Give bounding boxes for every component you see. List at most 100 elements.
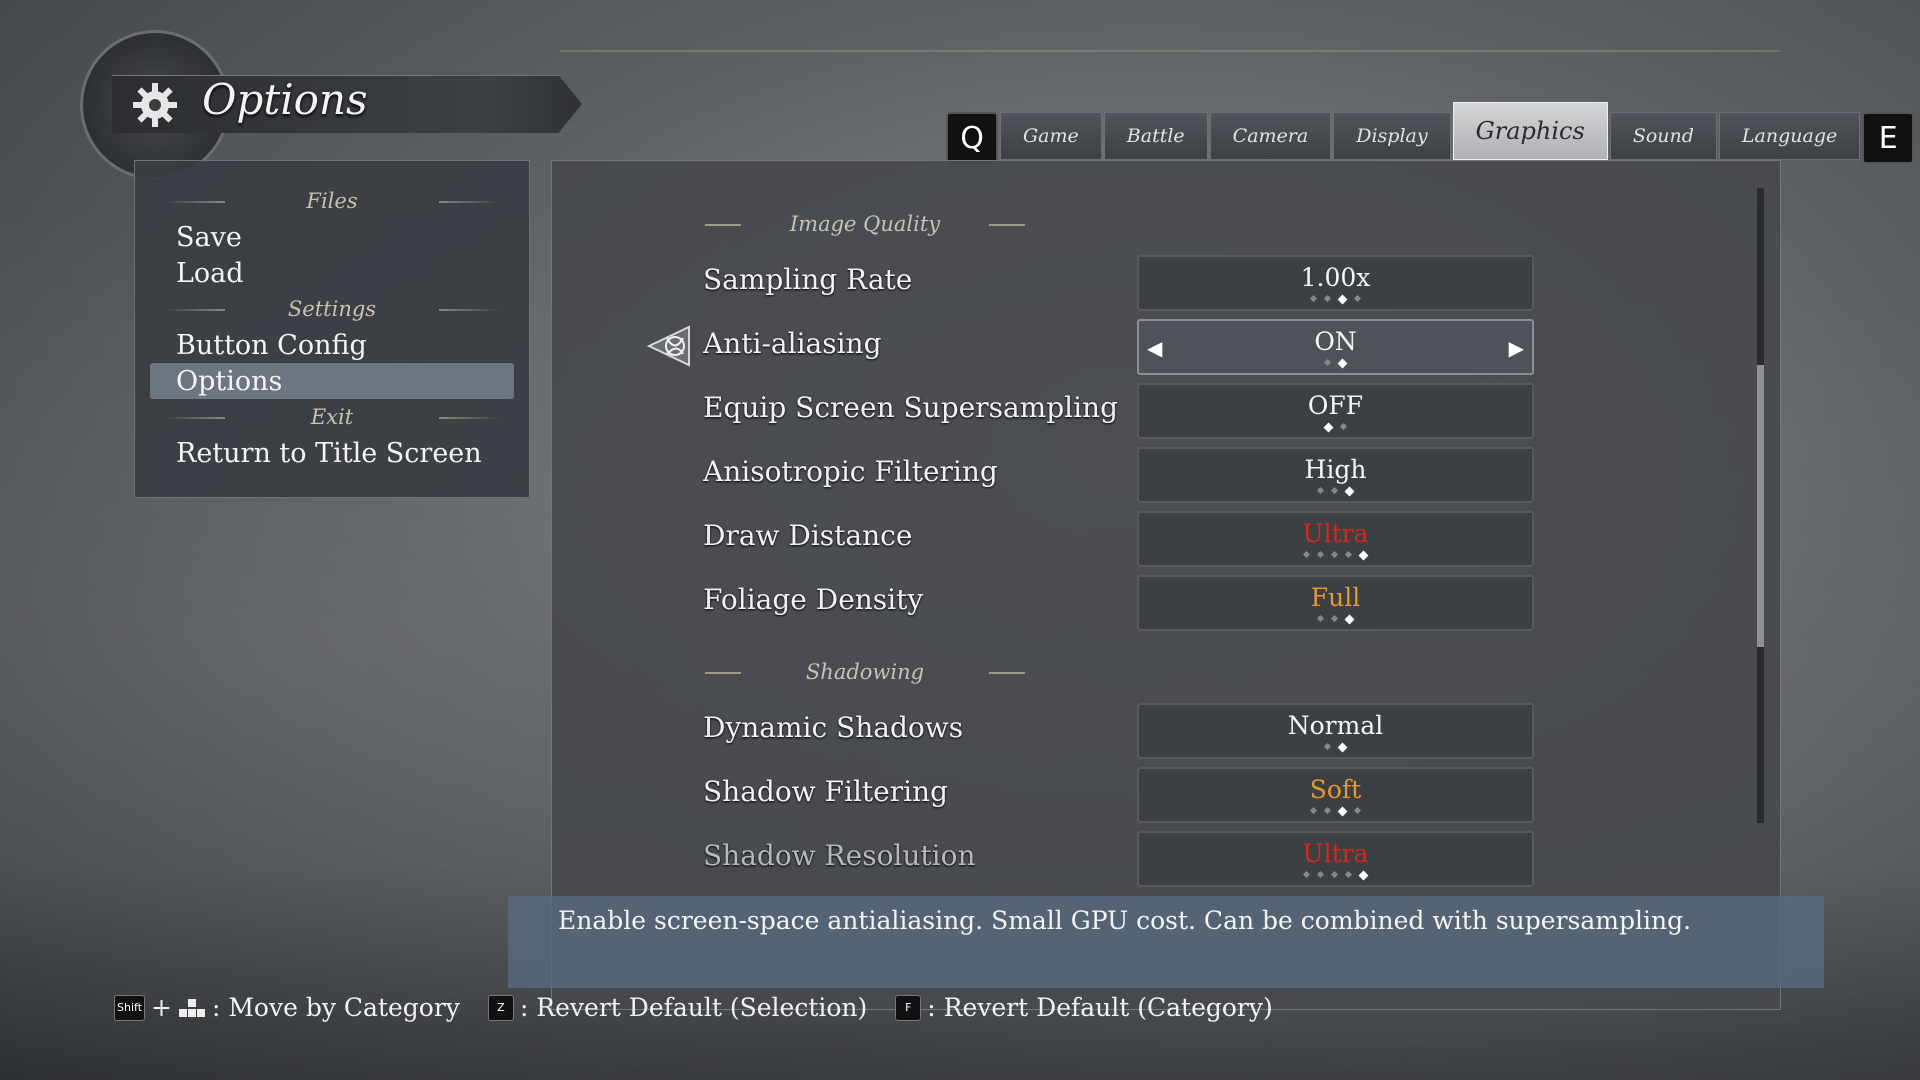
- setting-row[interactable]: Dynamic Shadows Normal: [700, 703, 1540, 759]
- setting-label: Equip Screen Supersampling: [703, 391, 1118, 424]
- setting-label: Anisotropic Filtering: [703, 455, 998, 488]
- setting-row[interactable]: Foliage Density Full: [700, 575, 1540, 631]
- menu-item-save[interactable]: Save: [150, 219, 514, 255]
- tab-battle[interactable]: Battle: [1103, 112, 1208, 160]
- step-indicator: [1139, 294, 1532, 305]
- menu-item-options[interactable]: Options: [150, 363, 514, 399]
- prev-tab-key[interactable]: Q: [946, 112, 998, 164]
- step-dot: [1337, 806, 1348, 817]
- gear-icon: [133, 83, 177, 127]
- step-dot: [1337, 358, 1348, 369]
- menu-section-files: Files: [135, 183, 529, 219]
- shift-key-icon: Shift: [114, 994, 146, 1021]
- step-indicator: [1139, 550, 1532, 561]
- step-dot: [1323, 294, 1332, 303]
- hint-revert-selection: Z : Revert Default (Selection): [487, 993, 868, 1022]
- setting-label: Shadow Filtering: [703, 775, 949, 808]
- step-indicator: [1139, 358, 1532, 369]
- setting-value-selector[interactable]: Ultra: [1137, 831, 1534, 887]
- setting-value: OFF: [1307, 391, 1364, 420]
- menu-item-load[interactable]: Load: [150, 255, 514, 291]
- setting-value-selector[interactable]: Full: [1137, 575, 1534, 631]
- step-dot: [1302, 870, 1311, 879]
- control-hints: Shift + : Move by Category Z : Revert De…: [114, 993, 1273, 1022]
- setting-value-selector[interactable]: High: [1137, 447, 1534, 503]
- step-dot: [1344, 870, 1353, 879]
- page-title: Options: [202, 75, 368, 124]
- next-tab-key[interactable]: E: [1862, 112, 1915, 164]
- tab-game[interactable]: Game: [1000, 112, 1102, 160]
- setting-row[interactable]: Anisotropic Filtering High: [700, 447, 1540, 503]
- setting-label: Dynamic Shadows: [703, 711, 964, 744]
- step-dot: [1309, 806, 1318, 815]
- setting-value: High: [1304, 455, 1367, 484]
- hint-revert-selection-label: : Revert Default (Selection): [519, 993, 868, 1022]
- setting-row[interactable]: Draw Distance Ultra: [700, 511, 1540, 567]
- setting-row[interactable]: Shadow Filtering Soft: [700, 767, 1540, 823]
- z-key-icon: Z: [487, 994, 514, 1021]
- tab-camera[interactable]: Camera: [1209, 112, 1332, 160]
- step-dot: [1316, 870, 1325, 879]
- setting-value: Ultra: [1302, 519, 1369, 548]
- step-dot: [1339, 422, 1348, 431]
- setting-row[interactable]: Sampling Rate 1.00x: [700, 255, 1540, 311]
- menu-item-button-config[interactable]: Button Config: [150, 327, 514, 363]
- step-dot: [1353, 806, 1362, 815]
- step-dot: [1323, 742, 1332, 751]
- setting-row[interactable]: Shadow Resolution Ultra: [700, 831, 1540, 887]
- step-dot: [1337, 294, 1348, 305]
- section-shadowing: Shadowing: [705, 660, 1025, 684]
- hint-move-category-label: : Move by Category: [211, 993, 460, 1022]
- section-image-quality: Image Quality: [705, 212, 1025, 236]
- step-dot: [1353, 294, 1362, 303]
- setting-value-selector[interactable]: Soft: [1137, 767, 1534, 823]
- step-indicator: [1139, 806, 1532, 817]
- setting-value-selector[interactable]: ◀ ▶ ON: [1137, 319, 1534, 375]
- step-dot: [1358, 550, 1369, 561]
- setting-value: Full: [1310, 583, 1361, 612]
- step-indicator: [1139, 422, 1532, 433]
- setting-value: Soft: [1309, 775, 1362, 804]
- step-dot: [1358, 870, 1369, 881]
- setting-row[interactable]: Equip Screen Supersampling OFF: [700, 383, 1540, 439]
- step-dot: [1337, 742, 1348, 753]
- tab-sound[interactable]: Sound: [1609, 112, 1717, 160]
- setting-value-selector[interactable]: 1.00x: [1137, 255, 1534, 311]
- step-dot: [1323, 358, 1332, 367]
- step-dot: [1316, 486, 1325, 495]
- setting-label: Foliage Density: [703, 583, 924, 616]
- setting-value: 1.00x: [1300, 263, 1371, 292]
- hint-revert-category: F : Revert Default (Category): [895, 993, 1273, 1022]
- description-text: Enable screen-space antialiasing. Small …: [558, 906, 1692, 935]
- step-dot: [1344, 550, 1353, 559]
- setting-label: Sampling Rate: [703, 263, 913, 296]
- triquetra-cursor-icon: [646, 325, 690, 367]
- step-dot: [1309, 294, 1318, 303]
- tab-language[interactable]: Language: [1718, 112, 1861, 160]
- dpad-icon: [178, 998, 205, 1017]
- setting-value-selector[interactable]: Ultra: [1137, 511, 1534, 567]
- step-dot: [1323, 422, 1334, 433]
- scrollbar-thumb[interactable]: [1757, 365, 1764, 647]
- tab-display[interactable]: Display: [1333, 112, 1451, 160]
- category-tabs: Q Game Battle Camera Display Graphics So…: [946, 100, 1915, 164]
- setting-value: Ultra: [1302, 839, 1369, 868]
- hint-revert-category-label: : Revert Default (Category): [927, 993, 1273, 1022]
- step-dot: [1330, 614, 1339, 623]
- left-menu: Files Save Load Settings Button Config O…: [134, 160, 530, 498]
- menu-item-return-title[interactable]: Return to Title Screen: [150, 435, 514, 471]
- tab-graphics[interactable]: Graphics: [1452, 102, 1608, 160]
- step-dot: [1344, 614, 1355, 625]
- menu-section-settings: Settings: [135, 291, 529, 327]
- setting-value-selector[interactable]: Normal: [1137, 703, 1534, 759]
- setting-label: Anti-aliasing: [703, 327, 882, 360]
- setting-row[interactable]: Anti-aliasing ◀ ▶ ON: [700, 319, 1540, 375]
- step-indicator: [1139, 742, 1532, 753]
- header-ornament: [560, 50, 1780, 90]
- step-dot: [1302, 550, 1311, 559]
- setting-value: Normal: [1287, 711, 1384, 740]
- step-dot: [1330, 486, 1339, 495]
- step-dot: [1330, 550, 1339, 559]
- setting-value-selector[interactable]: OFF: [1137, 383, 1534, 439]
- step-indicator: [1139, 614, 1532, 625]
